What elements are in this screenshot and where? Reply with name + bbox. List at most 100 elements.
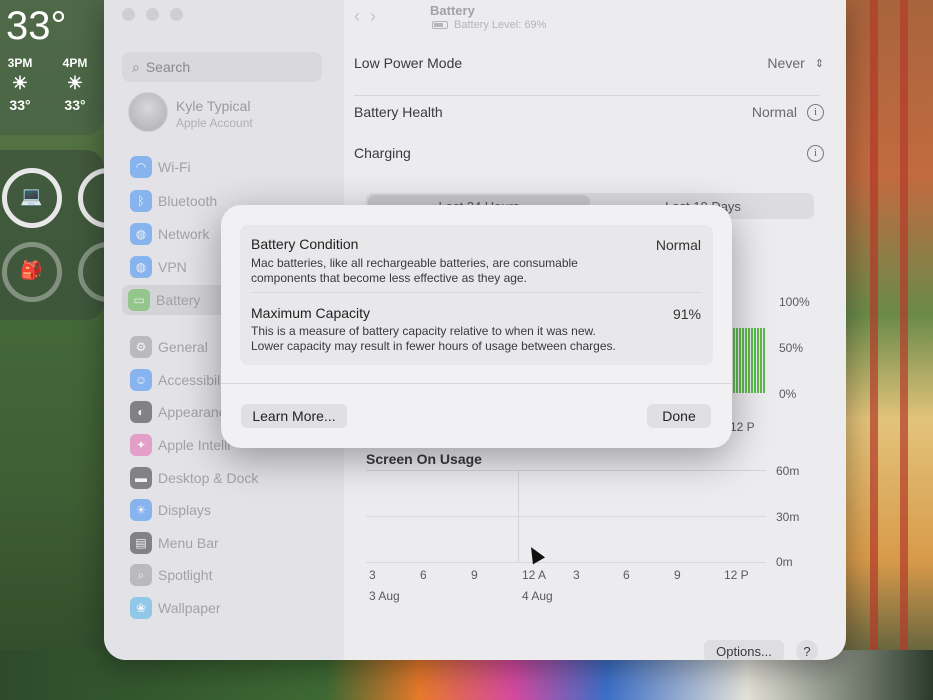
dialog-divider: [221, 383, 732, 384]
maximum-capacity-title: Maximum Capacity: [251, 305, 371, 321]
batteries-widget[interactable]: 💻 🎒: [0, 150, 138, 320]
sidebar-item-displays[interactable]: ☀ Displays: [124, 495, 324, 525]
search-input[interactable]: ⌕ Search: [122, 52, 322, 82]
weather-temperature: 33°: [6, 4, 67, 48]
sidebar-item-label: General: [158, 339, 208, 355]
sidebar-item-label: Network: [158, 226, 210, 242]
weather-widget[interactable]: 33° 3PM ☀ 33° 4PM ☀ 33°: [0, 0, 104, 135]
minimize-window-button[interactable]: [146, 8, 159, 21]
sidebar-item-label: Apple Intelli: [158, 437, 231, 453]
battery-info-card: Battery Condition Normal Mac batteries, …: [240, 225, 713, 365]
page-title: Battery: [430, 3, 475, 18]
battery-level-bar: [745, 328, 747, 393]
grid-line: [366, 516, 766, 517]
spotlight-icon: ⌕: [130, 564, 152, 586]
avatar: [128, 92, 168, 132]
info-icon[interactable]: i: [807, 144, 824, 162]
battery-level-bar: [763, 328, 765, 393]
sidebar-item-wallpaper[interactable]: ❀ Wallpaper: [124, 593, 324, 623]
divider: [251, 292, 702, 293]
battery-level-subtitle: Battery Level: 69%: [432, 19, 546, 31]
sidebar-item-battery[interactable]: ▭ Battery: [122, 285, 234, 315]
battery-health-row: Battery Health Normal i: [354, 92, 824, 132]
sidebar-item-label: Desktop & Dock: [158, 470, 259, 486]
sidebar-item-label: Wallpaper: [158, 600, 221, 616]
sun-icon: ☀: [11, 73, 29, 93]
battery-condition-value: Normal: [655, 237, 701, 253]
usage-y-label: 0m: [776, 555, 793, 569]
battery-chart-y-label: 100%: [779, 295, 810, 309]
dock-icon: ▬: [130, 467, 152, 489]
apple-account[interactable]: Kyle Typical Apple Account: [128, 92, 328, 136]
sidebar-item-menu-bar[interactable]: ▤ Menu Bar: [124, 528, 324, 558]
usage-y-label: 60m: [776, 464, 800, 478]
weather-hour-temp: 33°: [9, 97, 31, 113]
battery-condition-title: Battery Condition: [251, 236, 359, 252]
sun-icon: ☀: [66, 73, 84, 93]
usage-x-tick: 12 A: [522, 568, 547, 582]
sidebar-item-label: Accessibili: [158, 372, 224, 388]
usage-x-tick: 3: [573, 568, 580, 582]
charging-label: Charging: [354, 145, 411, 161]
usage-x-tick: 12 P: [724, 568, 749, 582]
globe-icon: ◍: [130, 223, 152, 245]
back-forward-arrows[interactable]: ‹ ›: [354, 6, 376, 27]
learn-more-button[interactable]: Learn More...: [241, 404, 347, 428]
done-button[interactable]: Done: [647, 404, 711, 428]
wallpaper-stripe: [900, 0, 908, 700]
charging-info: i: [797, 144, 824, 162]
sidebar-item-label: Bluetooth: [158, 193, 218, 209]
sidebar-item-label: VPN: [158, 259, 187, 275]
sidebar-item-wi-fi[interactable]: ◠ Wi-Fi: [124, 152, 324, 182]
options-button[interactable]: Options...: [704, 640, 784, 660]
sidebar-item-label: Battery: [156, 292, 201, 308]
wallpaper-right: [833, 0, 933, 700]
weather-hour: 3PM ☀ 33°: [0, 56, 40, 113]
battery-level-bar: [733, 328, 735, 393]
sidebar-item-label: Wi-Fi: [158, 159, 191, 175]
weather-hour-time: 3PM: [7, 56, 33, 70]
low-power-mode-value: Never: [767, 55, 805, 71]
usage-x-tick: 9: [471, 568, 478, 582]
menubar-icon: ▤: [130, 532, 152, 554]
account-name: Kyle Typical: [176, 98, 251, 114]
screen-on-usage-chart: [366, 470, 766, 563]
battery-level-bar: [736, 328, 738, 393]
screen-on-usage-title: Screen On Usage: [366, 451, 482, 467]
battery-health-value: Normal: [751, 104, 797, 120]
sidebar-item-label: Displays: [158, 502, 211, 518]
weather-hour: 4PM ☀ 33°: [55, 56, 95, 113]
usage-x-tick: 3: [369, 568, 376, 582]
battery-level-bar: [742, 328, 744, 393]
battery-health-dialog: Battery Condition Normal Mac batteries, …: [221, 205, 732, 448]
battery-level-bar: [754, 328, 756, 393]
battery-icon: ▭: [128, 289, 150, 311]
case-icon: 🎒: [20, 260, 43, 280]
search-placeholder: Search: [145, 59, 191, 75]
gear-icon: ⚙: [130, 336, 152, 358]
laptop-icon: 💻: [20, 186, 43, 206]
info-icon[interactable]: i: [807, 103, 824, 121]
usage-x-tick: 9: [674, 568, 681, 582]
low-power-mode-select[interactable]: Never ⇕: [767, 55, 824, 71]
sidebar-item-desktop-dock[interactable]: ▬ Desktop & Dock: [124, 463, 324, 493]
wallpaper-stripe: [870, 0, 878, 700]
account-subtitle: Apple Account: [176, 116, 253, 130]
bluetooth-icon: ᛒ: [130, 190, 152, 212]
sidebar-item-spotlight[interactable]: ⌕ Spotlight: [124, 560, 324, 590]
sidebar-item-label: Menu Bar: [158, 535, 219, 551]
apple-intelligence-icon: ✦: [130, 434, 152, 456]
battery-level-bar: [739, 328, 741, 393]
battery-level-bars: [730, 328, 768, 393]
battery-chart-y-label: 0%: [779, 387, 797, 401]
battery-level-bar: [760, 328, 762, 393]
close-window-button[interactable]: [122, 8, 135, 21]
battery-icon: [432, 21, 448, 29]
zoom-window-button[interactable]: [170, 8, 183, 21]
battery-condition-description: Mac batteries, like all rechargeable bat…: [251, 256, 578, 285]
maximum-capacity-value: 91%: [672, 306, 701, 322]
help-button[interactable]: ?: [796, 640, 818, 660]
search-icon: ⌕: [132, 58, 140, 75]
battery-level-text: Battery Level: 69%: [454, 19, 547, 31]
chevron-updown-icon: ⇕: [814, 57, 824, 70]
